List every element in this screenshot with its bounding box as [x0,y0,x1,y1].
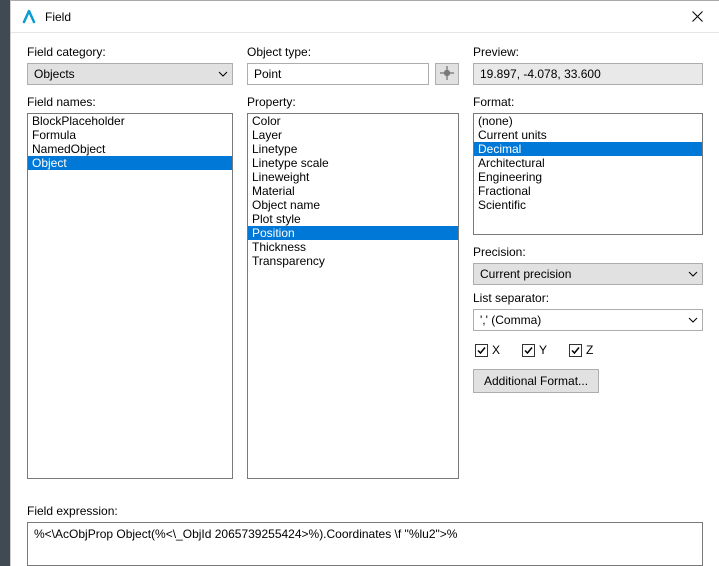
chevron-down-icon [688,317,698,323]
list-item[interactable]: Current units [474,128,702,142]
object-type-combo[interactable]: Point [247,63,429,85]
field-expression-label: Field expression: [27,504,703,518]
field-names-list[interactable]: BlockPlaceholderFormulaNamedObjectObject [27,113,233,479]
list-item[interactable]: Architectural [474,156,702,170]
preview-value: 19.897, -4.078, 33.600 [480,67,601,81]
z-label: Z [586,343,593,357]
field-category-value: Objects [34,67,75,81]
list-item[interactable]: Object name [248,198,458,212]
list-item[interactable]: (none) [474,114,702,128]
list-item[interactable]: Fractional [474,184,702,198]
checkmark-icon [569,344,582,357]
app-icon [21,9,37,25]
z-checkbox[interactable]: Z [569,343,593,357]
additional-format-label: Additional Format... [484,374,588,388]
list-item[interactable]: Scientific [474,198,702,212]
checkmark-icon [522,344,535,357]
field-category-label: Field category: [27,45,233,59]
precision-label: Precision: [473,245,703,259]
list-item[interactable]: Formula [28,128,232,142]
list-item[interactable]: Position [248,226,458,240]
precision-value: Current precision [480,267,571,281]
field-expression-box: %<\AcObjProp Object(%<\_ObjId 2065739255… [27,522,703,566]
list-item[interactable]: Engineering [474,170,702,184]
pick-object-button[interactable] [435,63,459,85]
y-label: Y [539,343,547,357]
precision-combo[interactable]: Current precision [473,263,703,285]
format-label: Format: [473,95,703,109]
list-separator-label: List separator: [473,291,703,305]
list-item[interactable]: Color [248,114,458,128]
x-checkbox[interactable]: X [475,343,500,357]
window-title: Field [45,10,71,24]
list-item[interactable]: BlockPlaceholder [28,114,232,128]
list-item[interactable]: Plot style [248,212,458,226]
list-separator-value: ',' (Comma) [480,313,541,327]
list-item[interactable]: Transparency [248,254,458,268]
property-list[interactable]: ColorLayerLinetypeLinetype scaleLineweig… [247,113,459,479]
object-type-label: Object type: [247,45,459,59]
x-label: X [492,343,500,357]
y-checkbox[interactable]: Y [522,343,547,357]
list-item[interactable]: Object [28,156,232,170]
list-item[interactable]: Lineweight [248,170,458,184]
list-item[interactable]: Linetype scale [248,156,458,170]
object-type-value: Point [254,67,281,81]
crosshair-icon [440,66,454,83]
list-item[interactable]: NamedObject [28,142,232,156]
list-item[interactable]: Linetype [248,142,458,156]
list-item[interactable]: Layer [248,128,458,142]
list-item[interactable]: Material [248,184,458,198]
checkmark-icon [475,344,488,357]
chevron-down-icon [688,271,698,277]
titlebar: Field [11,1,719,33]
field-category-combo[interactable]: Objects [27,63,233,85]
list-separator-combo[interactable]: ',' (Comma) [473,309,703,331]
close-button[interactable] [675,2,719,32]
field-names-label: Field names: [27,95,233,109]
preview-box: 19.897, -4.078, 33.600 [473,63,703,85]
list-item[interactable]: Decimal [474,142,702,156]
format-list[interactable]: (none)Current unitsDecimalArchitecturalE… [473,113,703,235]
chevron-down-icon [218,71,228,77]
list-item[interactable]: Thickness [248,240,458,254]
additional-format-button[interactable]: Additional Format... [473,369,599,393]
preview-label: Preview: [473,45,703,59]
property-label: Property: [247,95,459,109]
field-expression-value: %<\AcObjProp Object(%<\_ObjId 2065739255… [34,527,457,541]
